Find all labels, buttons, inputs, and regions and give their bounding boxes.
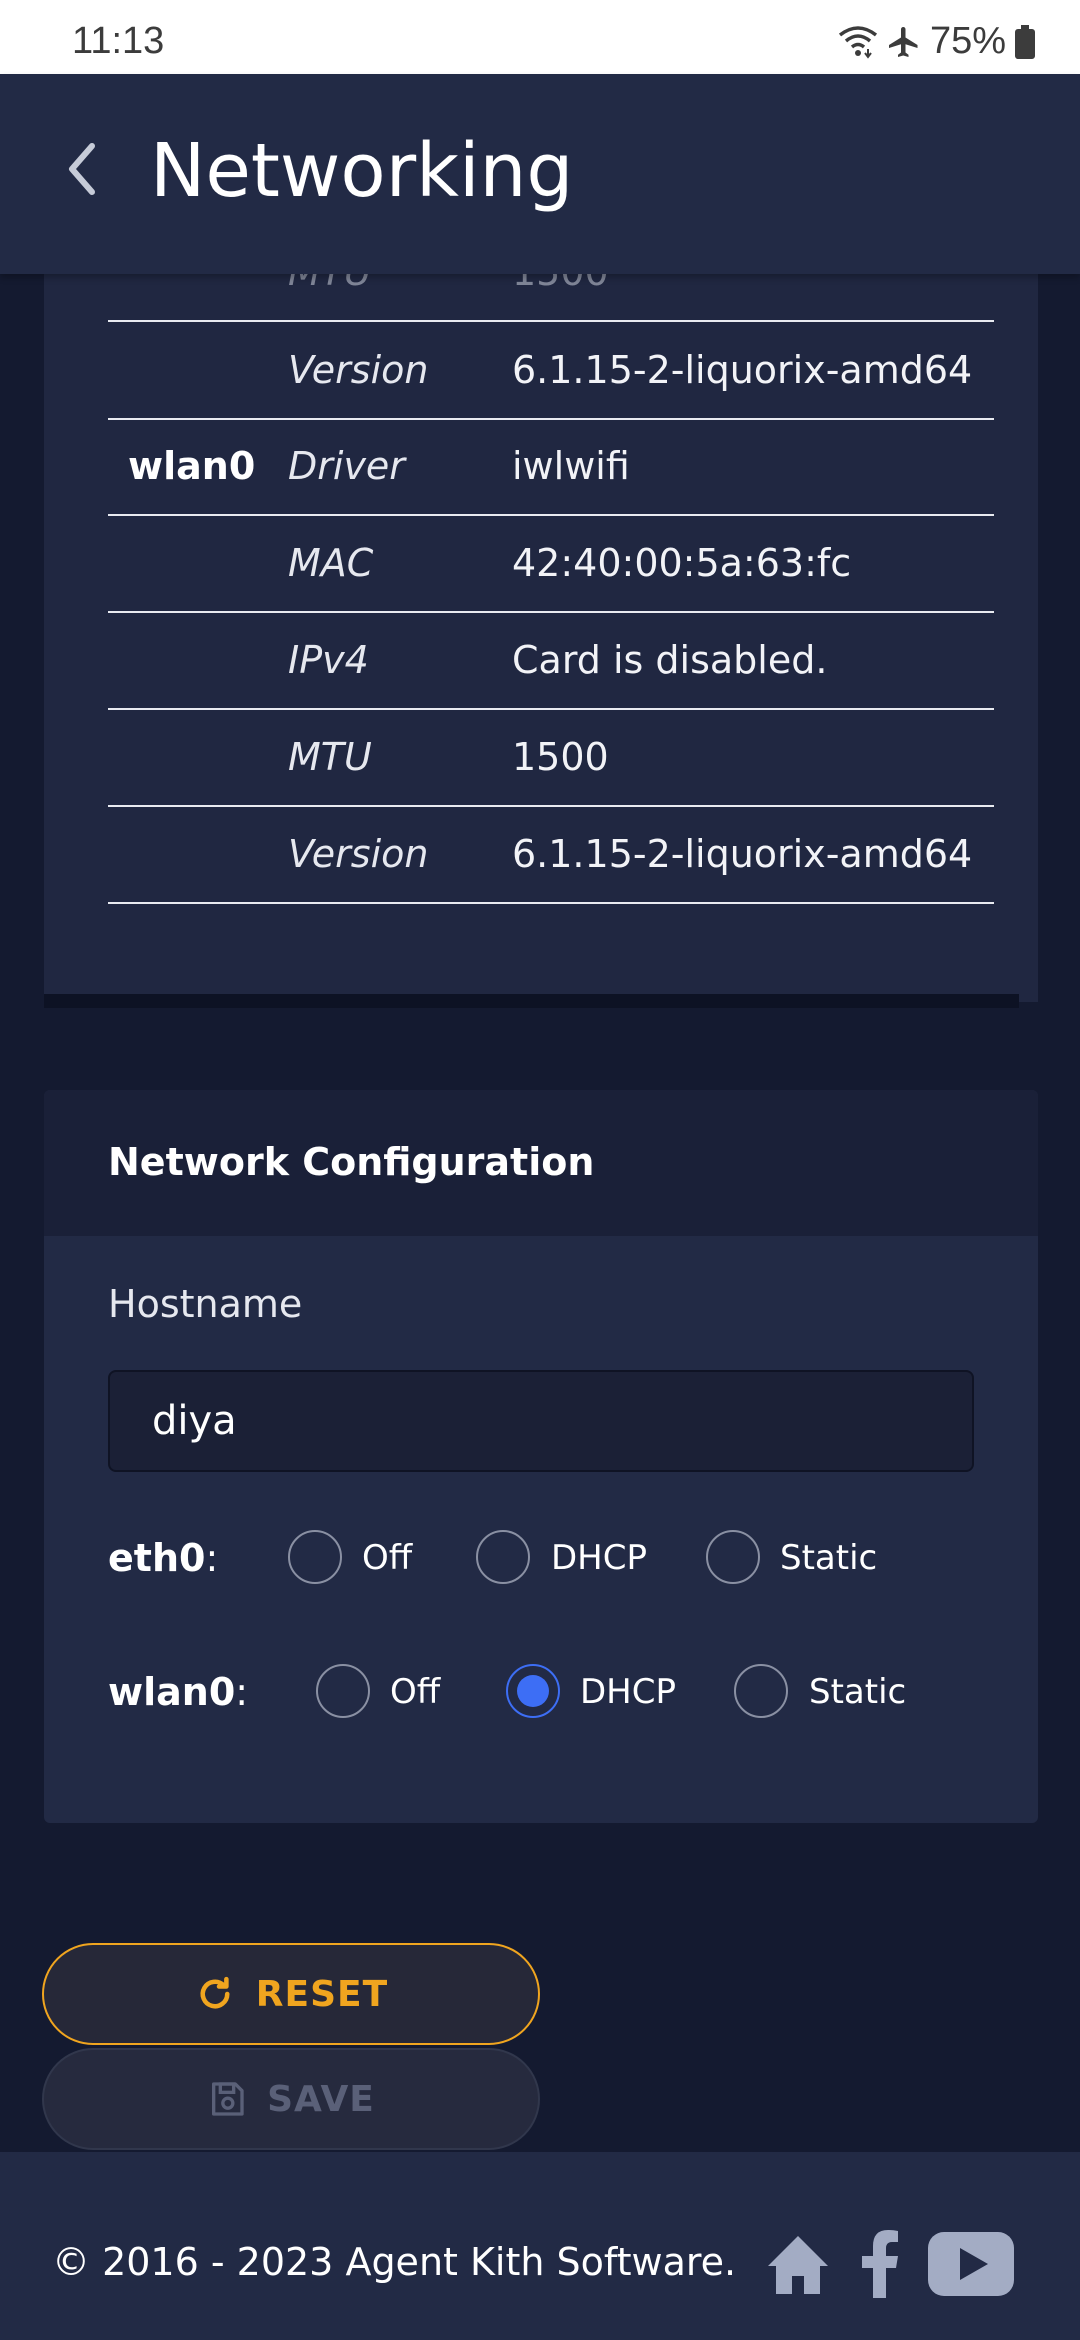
info-key: IPv4 <box>288 638 369 682</box>
wlan0-label: wlan0: <box>108 1670 248 1714</box>
eth0-off-label: Off <box>362 1538 413 1578</box>
refresh-icon <box>200 1976 230 2009</box>
back-button[interactable] <box>60 134 120 214</box>
info-row: Version 6.1.15-2-liquorix-amd64 <box>108 324 994 420</box>
airplane-icon <box>886 24 922 60</box>
eth0-mode-group: eth0: Off DHCP Static <box>108 1530 968 1590</box>
info-key: Driver <box>288 444 405 488</box>
status-icons: 75% <box>838 20 1036 63</box>
wlan0-off-label: Off <box>390 1672 441 1712</box>
eth0-off-radio[interactable] <box>288 1530 342 1584</box>
wlan0-off-radio[interactable] <box>316 1664 370 1718</box>
eth0-static-radio[interactable] <box>706 1530 760 1584</box>
info-row: MTU 1500 <box>108 711 994 807</box>
battery-level: 75% <box>929 20 1006 62</box>
info-value: 42:40:00:5a:63:fc <box>512 541 852 585</box>
card-header: Network Configuration <box>44 1090 1038 1236</box>
footer: © 2016 - 2023 Agent Kith Software. <box>0 2152 1080 2340</box>
eth0-static-label: Static <box>780 1538 878 1578</box>
wlan0-colon: : <box>235 1670 249 1714</box>
info-value: 6.1.15-2-liquorix-amd64 <box>512 348 973 392</box>
info-row: IPv4 Card is disabled. <box>108 614 994 710</box>
facebook-icon[interactable] <box>860 2230 900 2302</box>
eth0-name: eth0 <box>108 1536 206 1580</box>
info-row: wlan0 Driver iwlwifi <box>108 420 994 516</box>
info-row: Version 6.1.15-2-liquorix-amd64 <box>108 808 994 904</box>
save-label: SAVE <box>267 2078 375 2120</box>
wlan0-static-radio[interactable] <box>734 1664 788 1718</box>
wifi-icon <box>838 25 878 59</box>
copyright-text: © 2016 - 2023 Agent Kith Software. <box>52 2240 737 2284</box>
eth0-label: eth0: <box>108 1536 218 1580</box>
eth0-dhcp-label: DHCP <box>551 1538 647 1578</box>
hostname-input[interactable] <box>108 1370 974 1472</box>
eth0-colon: : <box>205 1536 219 1580</box>
app-bar: Networking <box>0 74 1080 274</box>
battery-icon <box>1014 24 1036 60</box>
card-shadow <box>44 994 1019 1008</box>
interface-name: wlan0 <box>128 444 256 488</box>
reset-label: RESET <box>255 1973 389 2015</box>
home-icon[interactable] <box>766 2232 830 2300</box>
info-key: Version <box>288 348 429 392</box>
reset-button[interactable]: RESET <box>42 1943 540 2045</box>
info-value: iwlwifi <box>512 444 630 488</box>
info-key: MTU <box>288 735 372 779</box>
save-button[interactable]: SAVE <box>42 2048 540 2150</box>
status-bar: 11:13 75% <box>0 0 1080 74</box>
eth0-dhcp-radio[interactable] <box>476 1530 530 1584</box>
card-title: Network Configuration <box>108 1140 595 1184</box>
wlan0-mode-group: wlan0: Off DHCP Static <box>108 1664 968 1724</box>
interface-info-card: MTU 1500 Version 6.1.15-2-liquorix-amd64… <box>44 274 1038 1002</box>
wlan0-dhcp-radio[interactable] <box>506 1664 560 1718</box>
info-key: MAC <box>288 541 374 585</box>
hostname-label: Hostname <box>108 1282 303 1326</box>
info-value: 1500 <box>512 274 609 294</box>
floppy-disk-icon <box>212 2082 244 2116</box>
wlan0-dhcp-label: DHCP <box>580 1672 676 1712</box>
info-key: MTU <box>288 274 372 294</box>
info-key: Version <box>288 832 429 876</box>
wlan0-static-label: Static <box>809 1672 907 1712</box>
info-row: MTU 1500 <box>108 274 994 322</box>
status-time: 11:13 <box>72 20 165 62</box>
info-value: 1500 <box>512 735 609 779</box>
page-title: Networking <box>150 128 574 214</box>
wlan0-name: wlan0 <box>108 1670 236 1714</box>
chevron-left-icon <box>69 143 95 195</box>
network-config-card: Network Configuration Hostname eth0: Off… <box>44 1090 1038 1823</box>
info-value: 6.1.15-2-liquorix-amd64 <box>512 832 973 876</box>
info-row: MAC 42:40:00:5a:63:fc <box>108 517 994 613</box>
info-value: Card is disabled. <box>512 638 828 682</box>
youtube-icon[interactable] <box>928 2232 1014 2300</box>
